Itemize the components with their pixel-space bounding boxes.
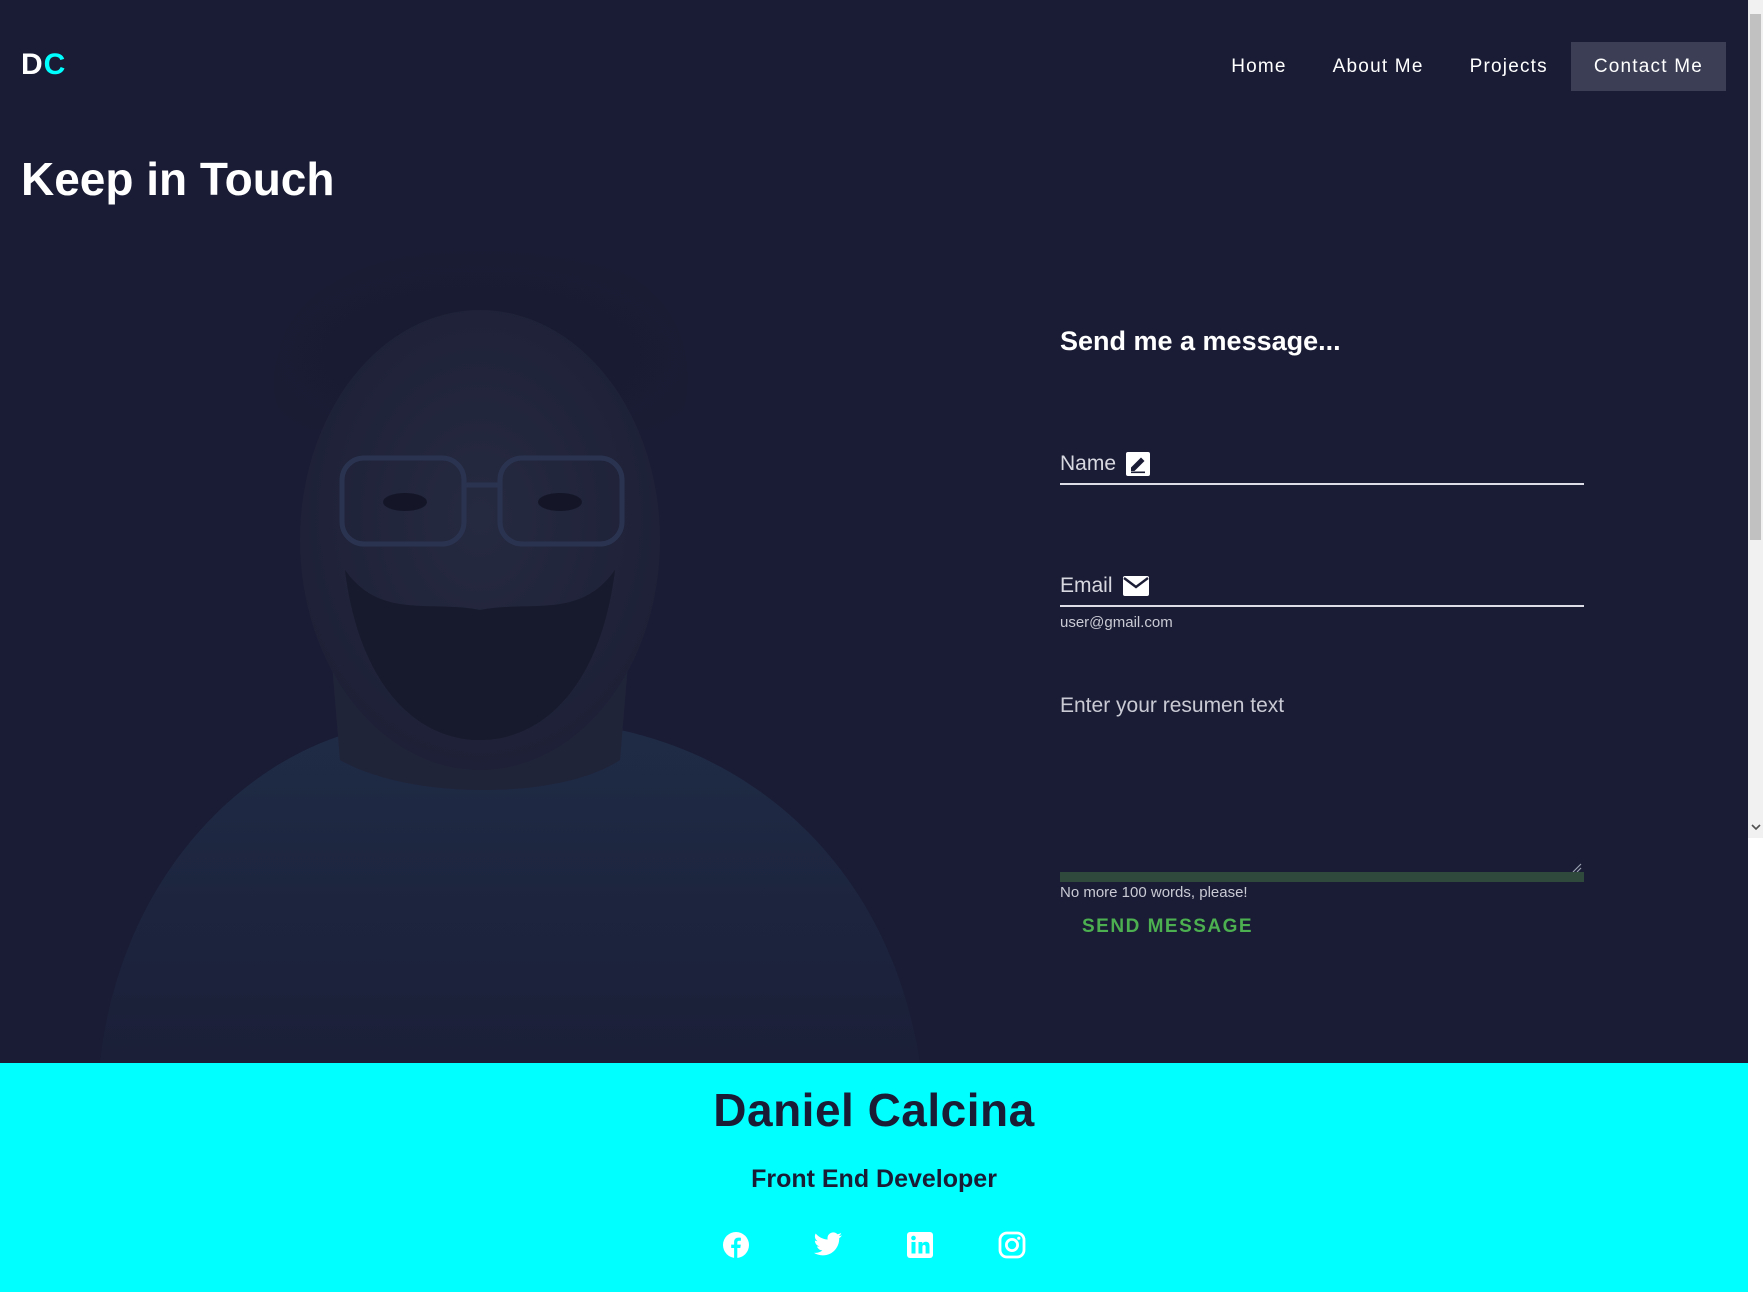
linkedin-icon[interactable] bbox=[905, 1230, 935, 1260]
page-title: Keep in Touch bbox=[21, 153, 335, 205]
twitter-icon[interactable] bbox=[813, 1230, 843, 1260]
scroll-down-arrow-icon[interactable] bbox=[1751, 822, 1761, 832]
facebook-icon[interactable] bbox=[721, 1230, 751, 1260]
form-title: Send me a message... bbox=[1060, 326, 1341, 356]
email-label: Email bbox=[1060, 574, 1113, 597]
message-hint: No more 100 words, please! bbox=[1060, 884, 1248, 901]
brand-letter-c: C bbox=[43, 48, 67, 81]
message-textarea[interactable]: Enter your resumen text bbox=[1060, 694, 1284, 718]
brand-logo[interactable]: DC bbox=[21, 48, 66, 82]
mail-icon bbox=[1122, 575, 1149, 597]
instagram-icon[interactable] bbox=[997, 1230, 1027, 1260]
message-underline bbox=[1060, 872, 1584, 882]
portrait-image bbox=[100, 246, 920, 1063]
page-viewport: DC Home About Me Projects Contact Me Kee… bbox=[0, 0, 1748, 1292]
name-label: Name bbox=[1060, 452, 1117, 475]
email-underline bbox=[1060, 605, 1584, 607]
email-field[interactable]: Email bbox=[1060, 574, 1584, 607]
scrollbar-thumb[interactable] bbox=[1750, 14, 1761, 540]
main-nav: Home About Me Projects Contact Me bbox=[1208, 42, 1726, 91]
nav-contact-me[interactable]: Contact Me bbox=[1570, 42, 1726, 91]
footer-name: Daniel Calcina bbox=[713, 1084, 1035, 1136]
brand-letter-d: D bbox=[21, 48, 44, 81]
nav-about-me[interactable]: About Me bbox=[1310, 42, 1447, 91]
contact-section: DC Home About Me Projects Contact Me Kee… bbox=[0, 0, 1748, 1063]
social-links bbox=[0, 1230, 1748, 1260]
name-underline bbox=[1060, 483, 1584, 485]
nav-projects[interactable]: Projects bbox=[1447, 42, 1571, 91]
footer: Daniel Calcina Front End Developer bbox=[0, 1063, 1748, 1292]
footer-role: Front End Developer bbox=[751, 1165, 997, 1193]
send-message-button[interactable]: SEND MESSAGE bbox=[1082, 916, 1253, 938]
edit-icon bbox=[1126, 452, 1151, 476]
contact-form: Send me a message... Name Email user@gma… bbox=[1060, 326, 1584, 937]
nav-home[interactable]: Home bbox=[1208, 42, 1309, 91]
vertical-scrollbar[interactable] bbox=[1748, 0, 1763, 838]
name-field[interactable]: Name bbox=[1060, 452, 1584, 485]
email-hint: user@gmail.com bbox=[1060, 614, 1173, 631]
